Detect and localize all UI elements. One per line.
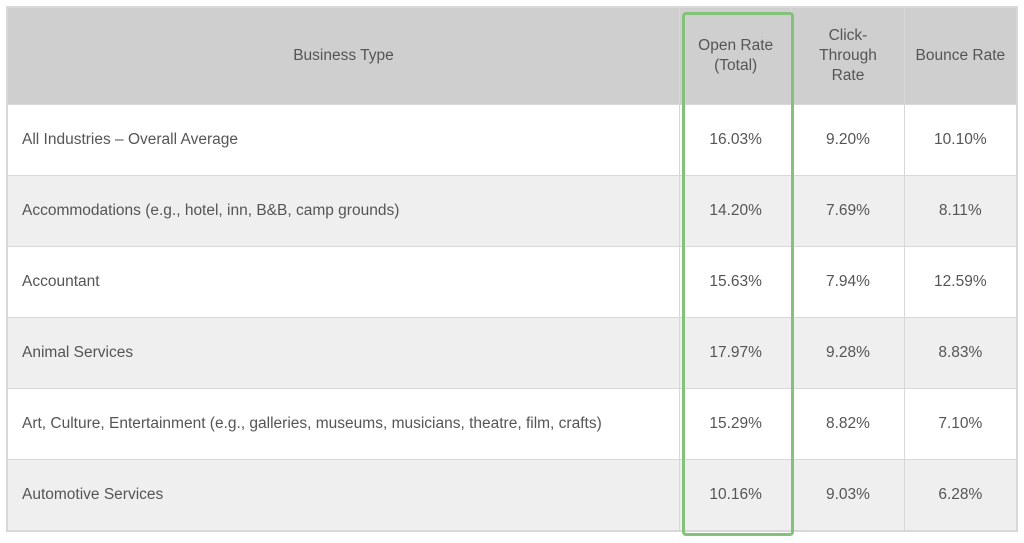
- cell-label: Accommodations (e.g., hotel, inn, B&B, c…: [8, 176, 680, 247]
- benchmark-table: Business Type Open Rate (Total) Click-Th…: [7, 7, 1017, 531]
- cell-ctr: 8.82%: [792, 389, 904, 460]
- cell-bounce: 12.59%: [904, 247, 1016, 318]
- table-row: All Industries – Overall Average 16.03% …: [8, 105, 1017, 176]
- cell-bounce: 6.28%: [904, 460, 1016, 531]
- table-row: Accommodations (e.g., hotel, inn, B&B, c…: [8, 176, 1017, 247]
- cell-ctr: 7.69%: [792, 176, 904, 247]
- cell-ctr: 7.94%: [792, 247, 904, 318]
- cell-bounce: 7.10%: [904, 389, 1016, 460]
- header-open-rate: Open Rate (Total): [679, 8, 791, 105]
- cell-open: 14.20%: [679, 176, 791, 247]
- table-row: Animal Services 17.97% 9.28% 8.83%: [8, 318, 1017, 389]
- cell-bounce: 8.11%: [904, 176, 1016, 247]
- cell-ctr: 9.03%: [792, 460, 904, 531]
- header-bounce: Bounce Rate: [904, 8, 1016, 105]
- table-row: Automotive Services 10.16% 9.03% 6.28%: [8, 460, 1017, 531]
- cell-open: 10.16%: [679, 460, 791, 531]
- cell-open: 16.03%: [679, 105, 791, 176]
- cell-label: Animal Services: [8, 318, 680, 389]
- table-row: Accountant 15.63% 7.94% 12.59%: [8, 247, 1017, 318]
- header-ctr: Click-Through Rate: [792, 8, 904, 105]
- cell-bounce: 8.83%: [904, 318, 1016, 389]
- header-business-type: Business Type: [8, 8, 680, 105]
- cell-label: Accountant: [8, 247, 680, 318]
- benchmark-table-wrap: Business Type Open Rate (Total) Click-Th…: [6, 6, 1018, 532]
- cell-ctr: 9.28%: [792, 318, 904, 389]
- cell-open: 17.97%: [679, 318, 791, 389]
- cell-label: Automotive Services: [8, 460, 680, 531]
- cell-label: Art, Culture, Entertainment (e.g., galle…: [8, 389, 680, 460]
- cell-open: 15.29%: [679, 389, 791, 460]
- cell-open: 15.63%: [679, 247, 791, 318]
- cell-bounce: 10.10%: [904, 105, 1016, 176]
- cell-ctr: 9.20%: [792, 105, 904, 176]
- cell-label: All Industries – Overall Average: [8, 105, 680, 176]
- header-row: Business Type Open Rate (Total) Click-Th…: [8, 8, 1017, 105]
- table-row: Art, Culture, Entertainment (e.g., galle…: [8, 389, 1017, 460]
